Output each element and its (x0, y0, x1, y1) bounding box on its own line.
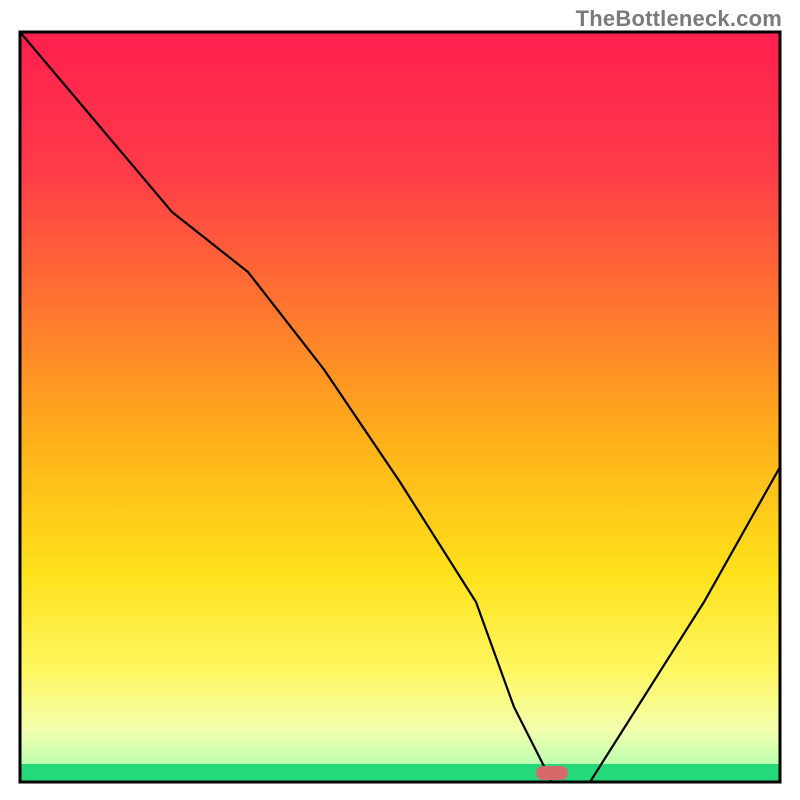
chart-container: TheBottleneck.com (0, 0, 800, 800)
gradient-background (20, 32, 780, 782)
bottleneck-chart (0, 0, 800, 800)
optimum-marker-icon (536, 766, 568, 780)
optimal-band (20, 764, 780, 782)
plot-area (20, 32, 780, 782)
